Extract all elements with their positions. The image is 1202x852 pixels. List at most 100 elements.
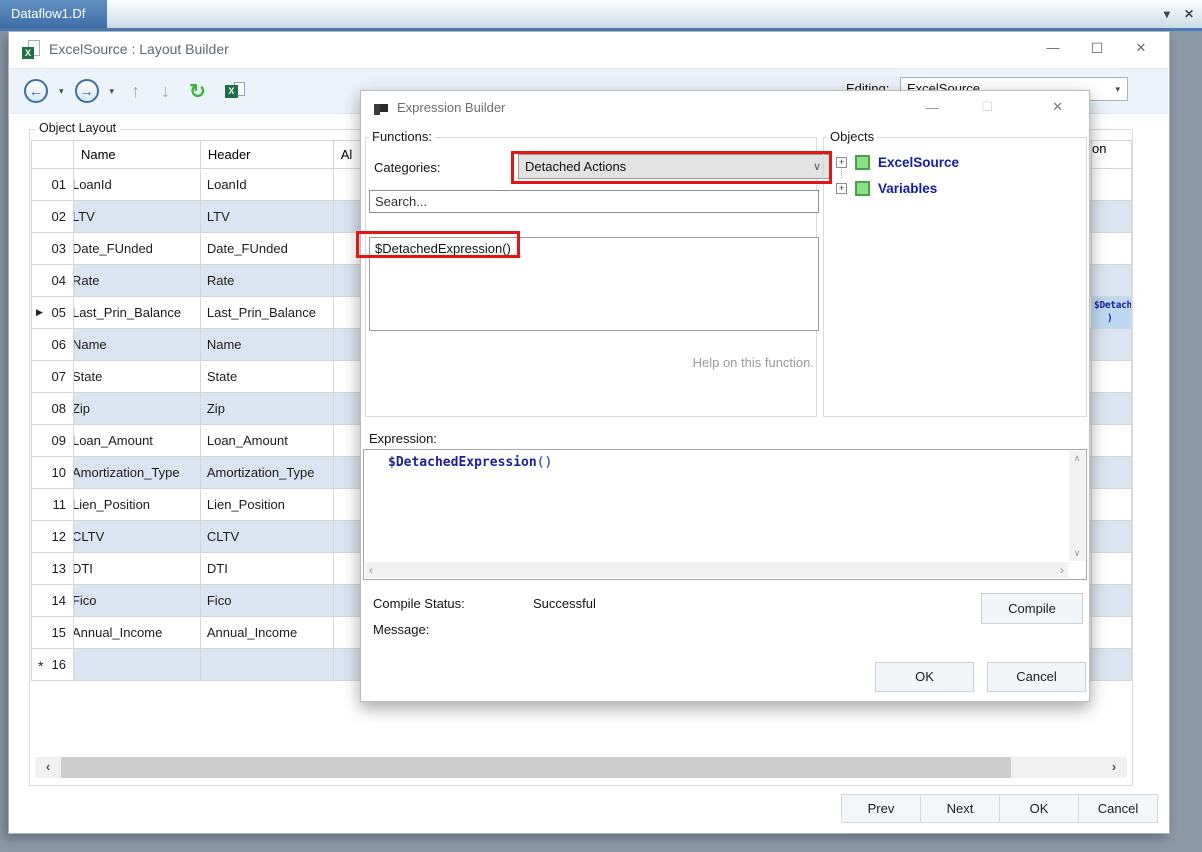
editing-caret-icon[interactable]: ▾ <box>1115 78 1120 100</box>
expression-cell[interactable]: $Detache) <box>1092 297 1132 329</box>
row-header-column[interactable] <box>32 141 74 169</box>
name-cell[interactable]: Zip <box>74 393 201 425</box>
name-cell[interactable]: Lien_Position <box>74 489 201 521</box>
expression-cell[interactable] <box>1092 361 1132 393</box>
scroll-up-icon[interactable]: ∧ <box>1069 453 1085 464</box>
header-cell[interactable]: Lien_Position <box>201 489 334 521</box>
header-cell[interactable]: LTV <box>201 201 334 233</box>
compile-button[interactable]: Compile <box>981 593 1083 624</box>
tree-node-excelsource[interactable]: + ExcelSource <box>836 152 959 172</box>
prev-button[interactable]: Prev <box>841 794 921 823</box>
tab-close-icon[interactable]: ✕ <box>1184 7 1194 21</box>
move-down-icon[interactable]: ↓ <box>161 81 170 102</box>
maximize-button[interactable]: ☐ <box>1075 34 1119 62</box>
row-header[interactable]: 01 <box>32 169 74 201</box>
scroll-left-icon[interactable]: ‹ <box>35 757 61 778</box>
row-header[interactable]: 14 <box>32 585 74 617</box>
expression-cell[interactable] <box>1092 169 1132 201</box>
column-header-header[interactable]: Header <box>201 141 334 169</box>
dialog-close-icon[interactable]: ✕ <box>1052 99 1063 115</box>
row-header[interactable]: 11 <box>32 489 74 521</box>
name-cell[interactable]: Loan_Amount <box>74 425 201 457</box>
tab-list-dropdown-icon[interactable]: ▾ <box>1164 7 1170 21</box>
expression-cell[interactable] <box>1092 265 1132 297</box>
expression-cell[interactable] <box>1092 233 1132 265</box>
row-header[interactable]: 04 <box>32 265 74 297</box>
expression-cell[interactable] <box>1092 521 1132 553</box>
row-header[interactable]: ▶05 <box>32 297 74 329</box>
header-cell[interactable]: Last_Prin_Balance <box>201 297 334 329</box>
expression-cell[interactable] <box>1092 617 1132 649</box>
move-up-icon[interactable]: ↑ <box>131 81 140 102</box>
name-cell[interactable] <box>74 649 201 681</box>
column-header-name[interactable]: Name <box>74 141 201 169</box>
header-cell[interactable]: Name <box>201 329 334 361</box>
expression-cell[interactable] <box>1092 489 1132 521</box>
back-icon[interactable]: ← <box>24 79 48 103</box>
row-header[interactable]: 02 <box>32 201 74 233</box>
row-header[interactable]: 15 <box>32 617 74 649</box>
expression-cell[interactable] <box>1092 201 1132 233</box>
expression-cell[interactable] <box>1092 649 1132 681</box>
header-cell[interactable]: CLTV <box>201 521 334 553</box>
header-cell[interactable]: Annual_Income <box>201 617 334 649</box>
scroll-right-icon[interactable]: › <box>1101 757 1127 778</box>
editor-vertical-scrollbar[interactable]: ∧ ∨ <box>1069 451 1085 561</box>
row-header[interactable]: 10 <box>32 457 74 489</box>
tab-dataflow1[interactable]: Dataflow1.Df <box>0 0 107 28</box>
cancel-button[interactable]: Cancel <box>1078 794 1158 823</box>
grid-horizontal-scrollbar[interactable]: ‹ › <box>35 757 1127 778</box>
expand-icon[interactable]: + <box>836 157 847 168</box>
row-header[interactable]: 06 <box>32 329 74 361</box>
name-cell[interactable]: Annual_Income <box>74 617 201 649</box>
scroll-right-icon[interactable]: › <box>1060 563 1064 577</box>
header-cell[interactable]: Zip <box>201 393 334 425</box>
name-cell[interactable]: LTV <box>74 201 201 233</box>
row-header[interactable]: 12 <box>32 521 74 553</box>
row-header[interactable]: 13 <box>32 553 74 585</box>
expression-cell[interactable] <box>1092 585 1132 617</box>
expression-cell[interactable] <box>1092 393 1132 425</box>
editor-horizontal-scrollbar[interactable]: ‹ › <box>365 562 1068 578</box>
header-cell[interactable]: Loan_Amount <box>201 425 334 457</box>
name-cell[interactable]: Date_FUnded <box>74 233 201 265</box>
scrollbar-thumb[interactable] <box>61 757 1011 778</box>
ok-button[interactable]: OK <box>999 794 1079 823</box>
name-cell[interactable]: Last_Prin_Balance <box>74 297 201 329</box>
name-cell[interactable]: Name <box>74 329 201 361</box>
forward-icon[interactable]: → <box>75 79 99 103</box>
header-cell[interactable]: Amortization_Type <box>201 457 334 489</box>
dialog-minimize-icon[interactable]: — <box>926 100 939 115</box>
column-header-expression[interactable]: on <box>1092 141 1132 169</box>
name-cell[interactable]: CLTV <box>74 521 201 553</box>
expression-cell[interactable] <box>1092 457 1132 489</box>
row-header[interactable]: 07 <box>32 361 74 393</box>
scroll-down-icon[interactable]: ∨ <box>1069 548 1085 559</box>
header-cell[interactable]: Rate <box>201 265 334 297</box>
tree-node-variables[interactable]: + Variables <box>836 178 937 198</box>
header-cell[interactable] <box>201 649 334 681</box>
dialog-ok-button[interactable]: OK <box>875 662 974 692</box>
header-cell[interactable]: Fico <box>201 585 334 617</box>
expression-cell[interactable] <box>1092 329 1132 361</box>
expression-cell[interactable] <box>1092 553 1132 585</box>
close-button[interactable]: ✕ <box>1119 34 1163 62</box>
row-header[interactable]: 03 <box>32 233 74 265</box>
row-header[interactable]: 08 <box>32 393 74 425</box>
row-header[interactable]: 09 <box>32 425 74 457</box>
header-cell[interactable]: Date_FUnded <box>201 233 334 265</box>
name-cell[interactable]: State <box>74 361 201 393</box>
expression-cell[interactable] <box>1092 425 1132 457</box>
header-cell[interactable]: State <box>201 361 334 393</box>
refresh-icon[interactable]: ↻ <box>189 79 206 104</box>
header-cell[interactable]: DTI <box>201 553 334 585</box>
excel-export-icon[interactable]: X <box>225 82 245 100</box>
next-button[interactable]: Next <box>920 794 1000 823</box>
name-cell[interactable]: Rate <box>74 265 201 297</box>
name-cell[interactable]: Amortization_Type <box>74 457 201 489</box>
name-cell[interactable]: Fico <box>74 585 201 617</box>
scroll-left-icon[interactable]: ‹ <box>369 563 373 577</box>
row-header[interactable]: *16 <box>32 649 74 681</box>
forward-dropdown-icon[interactable]: ▾ <box>110 86 115 97</box>
header-cell[interactable]: LoanId <box>201 169 334 201</box>
